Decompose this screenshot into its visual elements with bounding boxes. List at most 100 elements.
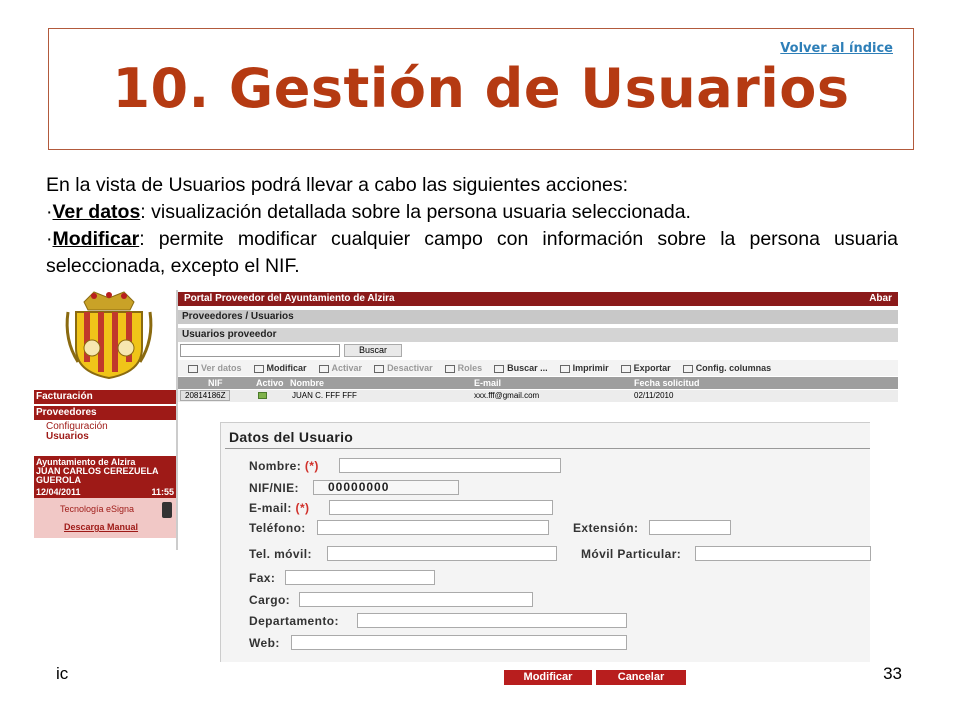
- panel-divider: [225, 448, 870, 449]
- grid-toolbar: Ver datos Modificar Activar Desactivar R…: [178, 360, 898, 376]
- label-movil-particular: Móvil Particular:: [581, 547, 682, 561]
- label-extension: Extensión:: [573, 521, 639, 535]
- col-header-fecha[interactable]: Fecha solicitud: [634, 378, 700, 388]
- page-number: 33: [883, 664, 902, 683]
- toolbar-modificar[interactable]: Modificar: [253, 363, 307, 373]
- deactivate-icon: [374, 364, 385, 373]
- toolbar-imprimir[interactable]: Imprimir: [559, 363, 609, 373]
- section-title: Usuarios proveedor: [178, 328, 898, 342]
- binoculars-icon: [494, 364, 505, 373]
- label-departamento: Departamento:: [249, 614, 339, 628]
- toolbar-activar[interactable]: Activar: [318, 363, 363, 373]
- toolbar-label: Imprimir: [572, 363, 609, 373]
- intro-lead: En la vista de Usuarios podrá llevar a c…: [46, 174, 629, 196]
- label-tel-movil: Tel. móvil:: [249, 547, 312, 561]
- breadcrumb: Proveedores / Usuarios: [178, 310, 898, 324]
- fax-field[interactable]: [285, 570, 435, 585]
- toolbar-label: Activar: [331, 363, 363, 373]
- required-mark: (*): [304, 459, 319, 473]
- search-button[interactable]: Buscar: [344, 344, 403, 357]
- cell-fecha: 02/11/2010: [634, 391, 674, 400]
- edit-icon: [253, 364, 264, 373]
- print-icon: [559, 364, 570, 373]
- movil-particular-field[interactable]: [695, 546, 871, 561]
- toolbar-ver-datos[interactable]: Ver datos: [188, 363, 242, 373]
- desc-ver-datos: : visualización detallada sobre la perso…: [140, 201, 691, 223]
- user-data-panel: Datos del Usuario Nombre: (*) NIF/NIE: 0…: [220, 422, 871, 662]
- cell-email: xxx.fff@gmail.com: [474, 391, 540, 400]
- email-field[interactable]: [329, 500, 553, 515]
- nombre-field[interactable]: [339, 458, 561, 473]
- label-nombre: Nombre: (*): [249, 459, 319, 473]
- active-checkbox-icon: [258, 392, 267, 399]
- toolbar-label: Desactivar: [387, 363, 433, 373]
- table-row[interactable]: 20814186Z JUAN C. FFF FFF xxx.fff@gmail.…: [178, 390, 898, 402]
- roles-icon: [444, 364, 455, 373]
- download-manual-link[interactable]: Descarga Manual: [64, 522, 172, 532]
- toolbar-buscar[interactable]: Buscar ...: [494, 363, 548, 373]
- toolbar-label: Modificar: [266, 363, 307, 373]
- desc-modificar: : permite modificar cualquier campo con …: [46, 228, 898, 277]
- term-ver-datos: Ver datos: [52, 201, 141, 223]
- sidebar-item-proveedores[interactable]: Proveedores: [34, 406, 176, 420]
- sidebar-item-facturacion[interactable]: Facturación: [34, 390, 176, 404]
- label-text: E-mail:: [249, 501, 292, 515]
- cell-nif: 20814186Z: [180, 390, 231, 401]
- coat-of-arms-logo: [65, 291, 153, 380]
- back-to-index-link[interactable]: Volver al índice: [780, 41, 893, 56]
- label-web: Web:: [249, 636, 280, 650]
- col-header-nombre[interactable]: Nombre: [290, 378, 324, 388]
- portal-header-right[interactable]: Abar: [869, 293, 892, 305]
- bullet-ver-datos: ·Ver datos: visualización detallada sobr…: [46, 199, 898, 226]
- columns-config-icon: [682, 364, 693, 373]
- session-datetime: 12/04/2011 11:55: [36, 488, 174, 497]
- label-telefono: Teléfono:: [249, 521, 306, 535]
- tel-movil-field[interactable]: [327, 546, 557, 561]
- label-email: E-mail: (*): [249, 501, 309, 515]
- toolbar-desactivar[interactable]: Desactivar: [374, 363, 433, 373]
- label-cargo: Cargo:: [249, 593, 291, 607]
- search-input[interactable]: [180, 344, 340, 357]
- toolbar-label: Buscar ...: [507, 363, 548, 373]
- search-row: Buscar: [180, 344, 403, 357]
- footer-label: ic: [56, 664, 69, 683]
- toolbar-label: Roles: [457, 363, 483, 373]
- modificar-button[interactable]: Modificar: [504, 670, 592, 685]
- toolbar-exportar[interactable]: Exportar: [620, 363, 671, 373]
- term-modificar: Modificar: [52, 228, 140, 250]
- web-field[interactable]: [291, 635, 627, 650]
- bullet-modificar: ·Modificar: permite modificar cualquier …: [46, 226, 898, 280]
- intro-text: En la vista de Usuarios podrá llevar a c…: [46, 172, 898, 280]
- cell-nombre: JUAN C. FFF FFF: [292, 391, 357, 400]
- toolbar-config-columnas[interactable]: Config. columnas: [682, 363, 771, 373]
- nif-field: 00000000: [313, 480, 459, 495]
- label-text: Nombre:: [249, 459, 302, 473]
- sidebar-sublinks: Configuración Usuarios: [46, 422, 108, 442]
- cargo-field[interactable]: [299, 592, 533, 607]
- col-header-activo[interactable]: Activo: [256, 378, 284, 388]
- required-mark: (*): [295, 501, 310, 515]
- col-header-email[interactable]: E-mail: [474, 378, 501, 388]
- col-header-nif[interactable]: NIF: [208, 378, 223, 388]
- departamento-field[interactable]: [357, 613, 627, 628]
- toolbar-label: Ver datos: [201, 363, 242, 373]
- label-fax: Fax:: [249, 571, 276, 585]
- label-nif: NIF/NIE:: [249, 481, 299, 495]
- slide-title: 10. Gestión de Usuarios: [112, 57, 850, 120]
- toolbar-roles[interactable]: Roles: [444, 363, 483, 373]
- grid-header: NIF Activo Nombre E-mail Fecha solicitud: [178, 377, 898, 389]
- usb-token-icon: [162, 502, 172, 518]
- sidebar-user-info: Ayuntamiento de Alzira JUAN CARLOS CEREZ…: [34, 456, 176, 498]
- sidebar-link-usuarios[interactable]: Usuarios: [46, 432, 108, 442]
- toolbar-label: Exportar: [633, 363, 671, 373]
- export-icon: [620, 364, 631, 373]
- panel-title: Datos del Usuario: [229, 429, 354, 445]
- cancelar-button[interactable]: Cancelar: [596, 670, 686, 685]
- telefono-field[interactable]: [317, 520, 549, 535]
- extension-field[interactable]: [649, 520, 731, 535]
- title-box: Volver al índice 10. Gestión de Usuarios: [48, 28, 914, 150]
- user-name-line2: GUEROLA: [36, 475, 81, 485]
- sidebar-esigna-panel: Tecnología eSigna Descarga Manual: [34, 498, 176, 538]
- activate-icon: [318, 364, 329, 373]
- portal-header: Portal Proveedor del Ayuntamiento de Alz…: [178, 292, 898, 306]
